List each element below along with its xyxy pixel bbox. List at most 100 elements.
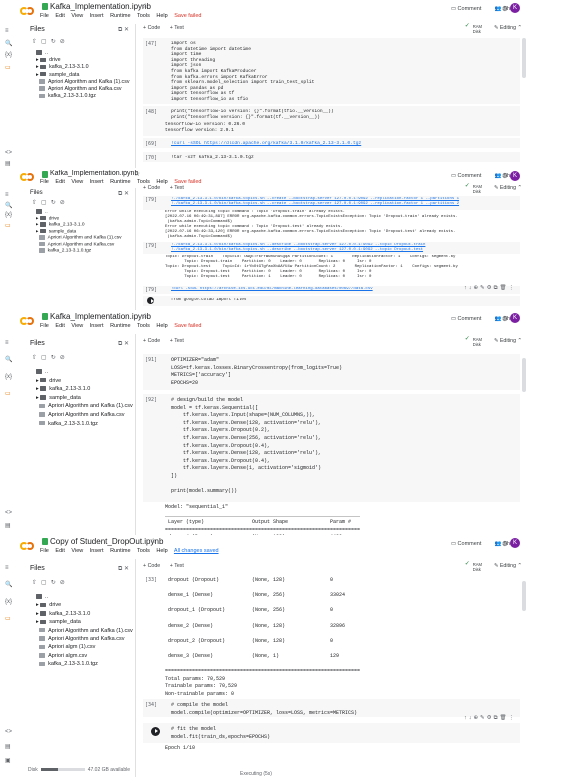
code-cell[interactable]: [47] import os from datetime import date… — [143, 38, 520, 104]
file-item[interactable]: ▸ drive — [36, 377, 133, 386]
terminal-icon[interactable]: ▤ — [5, 522, 11, 529]
file-item[interactable]: ▸ kafka_2.13-3.1.0 — [36, 610, 133, 618]
menu-help[interactable]: Help — [156, 323, 167, 329]
file-item[interactable]: kafka_2.13-3.1.0.tgz — [36, 93, 130, 100]
file-item[interactable]: Apriori algm.csv — [36, 652, 133, 660]
menu-edit[interactable]: Edit — [55, 323, 64, 329]
menu-icon[interactable]: ≡ — [5, 340, 9, 346]
editing-mode[interactable]: ✎ Editing ⌃ — [494, 563, 522, 569]
scrollbar[interactable] — [522, 358, 526, 392]
search-icon[interactable]: 🔍 — [5, 356, 12, 363]
file-item[interactable]: .. — [36, 593, 133, 601]
avatar[interactable]: K — [510, 171, 520, 181]
file-item[interactable]: .. — [36, 50, 130, 57]
notebook-title[interactable]: Kafka_Implementation.ipynb — [50, 170, 138, 177]
file-item[interactable]: kafka_2.13-3.1.0.tgz — [36, 248, 122, 255]
star-icon[interactable]: ☆ — [150, 537, 156, 545]
resource-indicator[interactable]: ✓ RAM Disk — [465, 23, 482, 34]
save-status[interactable]: Save failed — [174, 13, 201, 19]
cell-actions[interactable]: ↑↓⊕✎⚙⧉🗑⋮ — [464, 285, 516, 292]
add-code-button[interactable]: + Code — [143, 338, 160, 344]
avatar[interactable]: K — [510, 3, 520, 13]
code-cell[interactable]: [69] !curl -sSOL https://dlcdn.apache.or… — [143, 138, 520, 148]
file-item[interactable]: Apriori Algorithm and Kafka.csv — [36, 411, 133, 420]
avatar[interactable]: K — [510, 313, 520, 323]
avatar[interactable]: K — [510, 538, 520, 548]
file-item[interactable]: ▸ sample_data — [36, 394, 133, 403]
files-window-controls[interactable]: ⧉ ✕ — [118, 26, 129, 34]
code-cell[interactable]: [70] !tar -xzf kafka_2.13-3.1.0.tgz — [143, 152, 520, 162]
search-icon[interactable]: 🔍 — [5, 581, 12, 588]
gear-icon[interactable]: ⚙ — [502, 5, 508, 13]
file-item[interactable]: ▸ sample_data — [36, 618, 133, 626]
menu-icon[interactable]: ≡ — [5, 192, 9, 198]
add-text-button[interactable]: + Text — [170, 338, 184, 344]
add-text-button[interactable]: + Text — [170, 25, 184, 31]
file-item[interactable]: Apriori Algorithm and Kafka (1).csv — [36, 627, 133, 635]
add-code-button[interactable]: + Code — [143, 25, 160, 31]
code-icon[interactable]: <> — [5, 150, 12, 156]
star-icon[interactable]: ☆ — [142, 2, 148, 10]
files-window-controls[interactable]: ⧉ ✕ — [118, 340, 129, 348]
menu-insert[interactable]: Insert — [90, 548, 104, 554]
colab-logo[interactable] — [20, 315, 36, 327]
cell-code[interactable]: print("tensorflow-io version: {}".format… — [171, 109, 516, 120]
file-item[interactable]: Apriori Algorithm and Kafka (1).csv — [36, 235, 122, 242]
output-icon[interactable]: ▣ — [5, 757, 11, 764]
add-text-button[interactable]: + Text — [170, 563, 184, 569]
search-icon[interactable]: 🔍 — [5, 40, 12, 47]
file-item[interactable]: Apriori Algorithm and Kafka (1).csv — [36, 79, 130, 86]
scrollbar[interactable] — [522, 38, 526, 78]
colab-logo[interactable] — [20, 540, 36, 552]
menu-view[interactable]: View — [71, 13, 83, 19]
editing-mode[interactable]: ✎ Editing ⌃ — [494, 185, 522, 191]
star-icon[interactable]: ☆ — [142, 312, 148, 320]
menu-icon[interactable]: ≡ — [5, 565, 9, 571]
notebook-title[interactable]: Kafka_Implementation.ipynb — [50, 2, 151, 11]
cell-code[interactable]: # fit the model model.fit(train_ds,epoch… — [171, 726, 516, 741]
add-text-button[interactable]: + Text — [170, 185, 184, 191]
comment-button[interactable]: ▭ Comment — [451, 173, 482, 179]
files-window-controls[interactable]: ⧉ ✕ — [118, 190, 129, 198]
menu-runtime[interactable]: Runtime — [110, 13, 130, 19]
add-code-button[interactable]: + Code — [143, 185, 160, 191]
cell-code[interactable]: OPTIMIZER="adam" LOSS=tf.keras.losses.Bi… — [171, 357, 516, 387]
colab-logo[interactable] — [20, 171, 36, 183]
variables-icon[interactable]: {x} — [5, 374, 12, 380]
scrollbar[interactable] — [522, 581, 526, 611]
menu-tools[interactable]: Tools — [137, 548, 150, 554]
save-status[interactable]: Save failed — [174, 323, 201, 329]
search-icon[interactable]: 🔍 — [5, 202, 12, 209]
files-window-controls[interactable]: ⧉ ✕ — [118, 565, 129, 573]
comment-button[interactable]: ▭ Comment — [451, 541, 482, 547]
code-cell[interactable]: [79] !./kafka_2.13-3.1.0/bin/kafka-topic… — [143, 242, 520, 254]
add-code-button[interactable]: + Code — [143, 563, 160, 569]
menu-edit[interactable]: Edit — [55, 548, 64, 554]
star-icon[interactable]: ☆ — [134, 170, 140, 178]
menu-tools[interactable]: Tools — [137, 13, 150, 19]
variables-icon[interactable]: {x} — [5, 599, 12, 605]
menu-file[interactable]: File — [40, 548, 49, 554]
gear-icon[interactable]: ⚙ — [502, 172, 508, 180]
gear-icon[interactable]: ⚙ — [502, 540, 508, 548]
code-icon[interactable]: <> — [5, 510, 12, 516]
file-item[interactable]: kafka_2.13-3.1.0.tgz — [36, 420, 133, 429]
folder-icon[interactable]: ▭ — [5, 390, 11, 397]
file-item[interactable]: Apriori Algorithm and Kafka.csv — [36, 86, 130, 93]
code-cell[interactable]: # fit the model model.fit(train_ds,epoch… — [143, 723, 520, 743]
code-cell[interactable]: from google.colab import files — [143, 296, 520, 306]
menu-icon[interactable]: ≡ — [5, 28, 9, 34]
menu-insert[interactable]: Insert — [90, 179, 104, 185]
menu-runtime[interactable]: Runtime — [110, 548, 130, 554]
file-item[interactable]: kafka_2.13-3.1.0.tgz — [36, 660, 133, 668]
cell-code[interactable]: from google.colab import files — [171, 298, 516, 304]
folder-icon[interactable]: ▭ — [5, 64, 11, 71]
code-cell[interactable]: [92] # design/build the model model = tf… — [143, 394, 520, 502]
file-item[interactable]: Apriori Algorithm and Kafka (1).csv — [36, 402, 133, 411]
cell-code[interactable]: !./kafka_2.13-3.1.0/bin/kafka-topics.sh … — [171, 243, 516, 253]
colab-logo[interactable] — [20, 5, 36, 17]
menu-file[interactable]: File — [40, 323, 49, 329]
file-item[interactable]: Apriori Algorithm and Kafka.csv — [36, 635, 133, 643]
menu-help[interactable]: Help — [156, 13, 167, 19]
file-item[interactable]: ▸ drive — [36, 57, 130, 64]
